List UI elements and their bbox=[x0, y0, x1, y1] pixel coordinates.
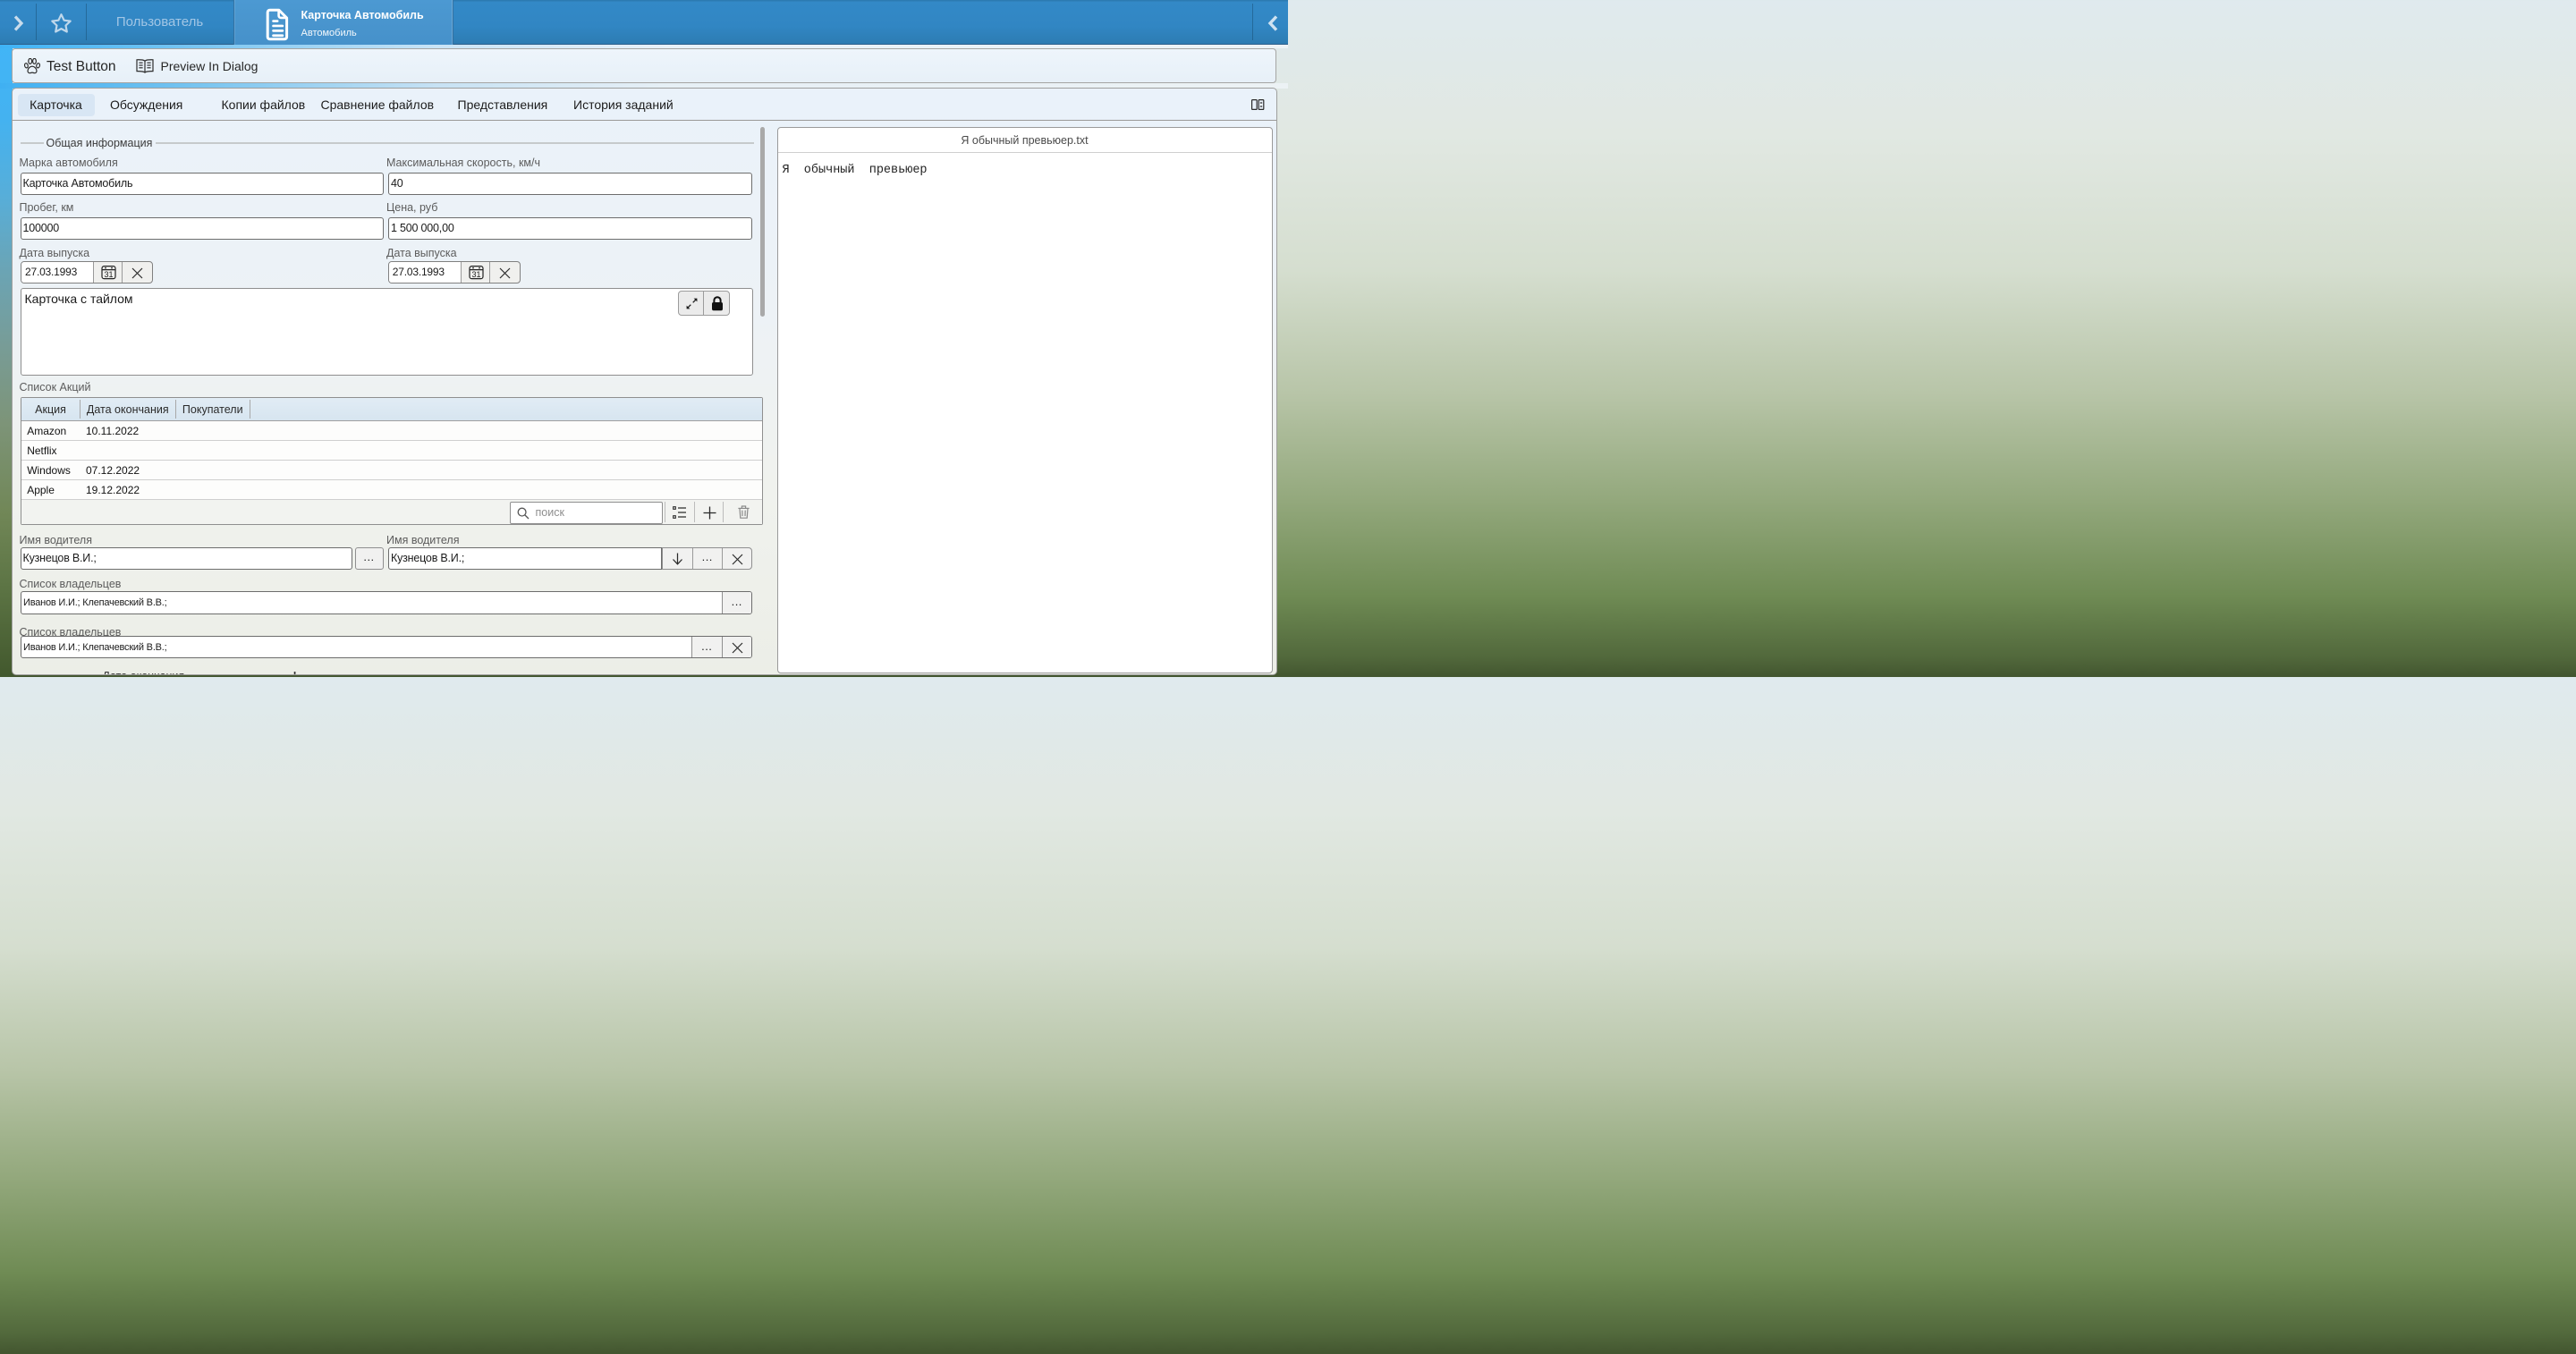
svg-text:31: 31 bbox=[104, 270, 113, 279]
svg-text:31: 31 bbox=[471, 270, 480, 279]
